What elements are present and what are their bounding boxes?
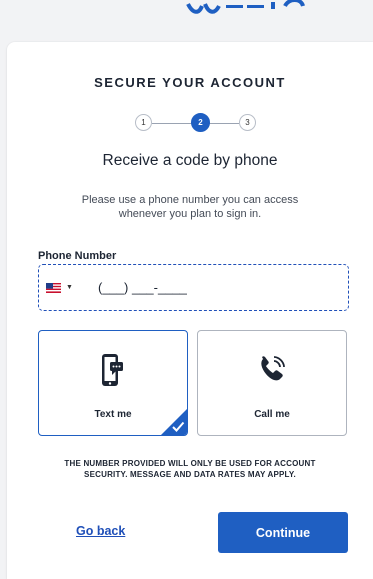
country-selector[interactable]: ▼: [46, 282, 74, 294]
disclaimer-text: THE NUMBER PROVIDED WILL ONLY BE USED FO…: [64, 459, 316, 479]
brand-logo: [185, 0, 315, 24]
phone-number-label: Phone Number: [38, 250, 117, 262]
brand-logo-icon: [186, 0, 305, 14]
phone-number-input[interactable]: [98, 276, 328, 298]
chevron-down-icon: ▼: [66, 284, 73, 291]
page-description: Please use a phone number you can access…: [81, 194, 299, 220]
call-me-option[interactable]: Call me: [197, 330, 347, 436]
phone-number-field[interactable]: ▼: [38, 264, 349, 311]
page-subtitle: Receive a code by phone: [102, 152, 278, 169]
selected-check-icon: [161, 409, 187, 435]
go-back-link[interactable]: Go back: [76, 524, 125, 538]
step-connector: [209, 123, 239, 124]
step-connector: [152, 123, 192, 124]
step-1: 1: [135, 114, 152, 131]
stepper: 1 2 3: [135, 113, 256, 134]
mobile-message-icon: [39, 353, 187, 389]
continue-button[interactable]: Continue: [218, 512, 348, 553]
step-3: 3: [239, 114, 256, 131]
phone-call-icon: [198, 353, 346, 389]
text-me-option[interactable]: Text me: [38, 330, 188, 436]
page-title: SECURE YOUR ACCOUNT: [94, 75, 286, 90]
call-me-label: Call me: [254, 409, 290, 420]
step-2-active: 2: [191, 113, 210, 132]
us-flag-icon: [46, 283, 61, 293]
secure-account-card: SECURE YOUR ACCOUNT 1 2 3 Receive a code…: [7, 42, 373, 579]
